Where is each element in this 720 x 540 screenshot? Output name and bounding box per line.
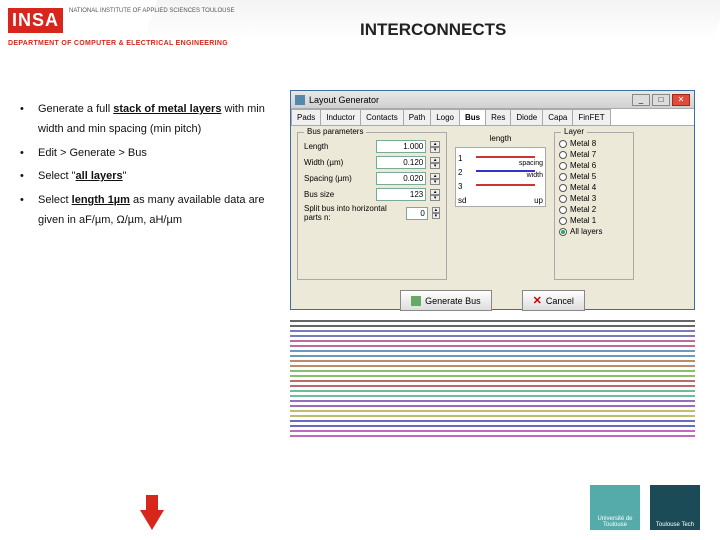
bullet-text-0: Generate a full stack of metal layers wi… — [38, 100, 265, 140]
layer-radio-4[interactable]: Metal 4 — [559, 183, 629, 192]
preview-canvas: 1 2 spacing width 3 sd up — [455, 147, 546, 207]
width-input[interactable] — [376, 156, 426, 169]
bullet-list: • Generate a full stack of metal layers … — [20, 100, 265, 235]
radio-icon — [559, 195, 567, 203]
bullet-text-1: Edit > Generate > Bus — [38, 144, 265, 164]
split-input[interactable] — [406, 207, 428, 220]
tab-finfet[interactable]: FinFET — [572, 109, 610, 125]
bullet-text-3: Select length 1µm as many available data… — [38, 191, 265, 231]
width-label: Width (µm) — [304, 158, 372, 167]
univ-toulouse-logo: Université de Toulouse — [590, 485, 640, 530]
spacing-input[interactable] — [376, 172, 426, 185]
spin-down-icon[interactable]: ▾ — [430, 147, 440, 153]
tab-contacts[interactable]: Contacts — [360, 109, 404, 125]
insa-subtitle: NATIONAL INSTITUTE OF APPLIED SCIENCES T… — [69, 8, 234, 15]
red-arrow-icon — [140, 510, 164, 530]
tab-pads[interactable]: Pads — [291, 109, 321, 125]
tab-strip: PadsInductorContactsPathLogoBusResDiodeC… — [291, 109, 694, 126]
radio-icon — [559, 173, 567, 181]
insa-logo-block: INSA NATIONAL INSTITUTE OF APPLIED SCIEN… — [8, 8, 235, 33]
titlebar[interactable]: Layout Generator _ □ ✕ — [291, 91, 694, 109]
bullet-dot: • — [20, 144, 38, 164]
radio-icon — [559, 162, 567, 170]
cancel-button[interactable]: ✕ Cancel — [522, 290, 585, 311]
tab-diode[interactable]: Diode — [510, 109, 543, 125]
close-button[interactable]: ✕ — [672, 94, 690, 106]
bullet-dot: • — [20, 100, 38, 140]
bullet-dot: • — [20, 191, 38, 231]
radio-icon — [559, 151, 567, 159]
layer-radio-5[interactable]: Metal 3 — [559, 194, 629, 203]
spacing-label: Spacing (µm) — [304, 174, 372, 183]
bullet-text-2: Select "all layers" — [38, 167, 265, 187]
tab-path[interactable]: Path — [403, 109, 431, 125]
window-title: Layout Generator — [309, 95, 379, 105]
radio-icon — [559, 140, 567, 148]
tab-logo[interactable]: Logo — [430, 109, 460, 125]
layer-radio-7[interactable]: Metal 1 — [559, 216, 629, 225]
radio-icon — [559, 228, 567, 236]
radio-icon — [559, 217, 567, 225]
generate-bus-button[interactable]: Generate Bus — [400, 290, 492, 311]
layer-radio-0[interactable]: Metal 8 — [559, 139, 629, 148]
page-title: INTERCONNECTS — [360, 20, 506, 40]
spin-down-icon[interactable]: ▾ — [430, 163, 440, 169]
app-icon — [295, 95, 305, 105]
department-label: DEPARTMENT OF COMPUTER & ELECTRICAL ENGI… — [8, 40, 228, 47]
spin-down-icon[interactable]: ▾ — [432, 213, 440, 219]
bus-parameters-group: Bus parameters Length ▴▾ Width (µm) ▴▾ S… — [297, 132, 447, 280]
layout-generator-window: Layout Generator _ □ ✕ PadsInductorConta… — [290, 90, 695, 310]
preview-length-label: length — [455, 134, 546, 143]
layer-radio-6[interactable]: Metal 2 — [559, 205, 629, 214]
length-label: Length — [304, 142, 372, 151]
spin-down-icon[interactable]: ▾ — [430, 179, 440, 185]
layer-radio-2[interactable]: Metal 6 — [559, 161, 629, 170]
tab-res[interactable]: Res — [485, 109, 511, 125]
layer-radio-3[interactable]: Metal 5 — [559, 172, 629, 181]
group-label: Bus parameters — [304, 127, 366, 136]
split-label: Split bus into horizontal parts n: — [304, 204, 402, 222]
bullet-dot: • — [20, 167, 38, 187]
spin-down-icon[interactable]: ▾ — [430, 195, 440, 201]
metal-stack-preview-image — [290, 320, 695, 450]
layer-radio-1[interactable]: Metal 7 — [559, 150, 629, 159]
generate-icon — [411, 296, 421, 306]
layer-group-label: Layer — [561, 127, 587, 136]
radio-icon — [559, 206, 567, 214]
maximize-button[interactable]: □ — [652, 94, 670, 106]
minimize-button[interactable]: _ — [632, 94, 650, 106]
length-input[interactable] — [376, 140, 426, 153]
layer-group: Layer Metal 8Metal 7Metal 6Metal 5Metal … — [554, 132, 634, 280]
tab-inductor[interactable]: Inductor — [320, 109, 361, 125]
bussize-input[interactable] — [376, 188, 426, 201]
cancel-icon: ✕ — [533, 294, 542, 307]
tab-bus[interactable]: Bus — [459, 109, 486, 125]
layer-radio-8[interactable]: All layers — [559, 227, 629, 236]
bus-preview: length 1 2 spacing width 3 sd up — [453, 132, 548, 280]
tab-capa[interactable]: Capa — [542, 109, 573, 125]
radio-icon — [559, 184, 567, 192]
insa-logo: INSA — [8, 8, 63, 33]
bussize-label: Bus size — [304, 190, 372, 199]
toulouse-tech-logo: Toulouse Tech — [650, 485, 700, 530]
